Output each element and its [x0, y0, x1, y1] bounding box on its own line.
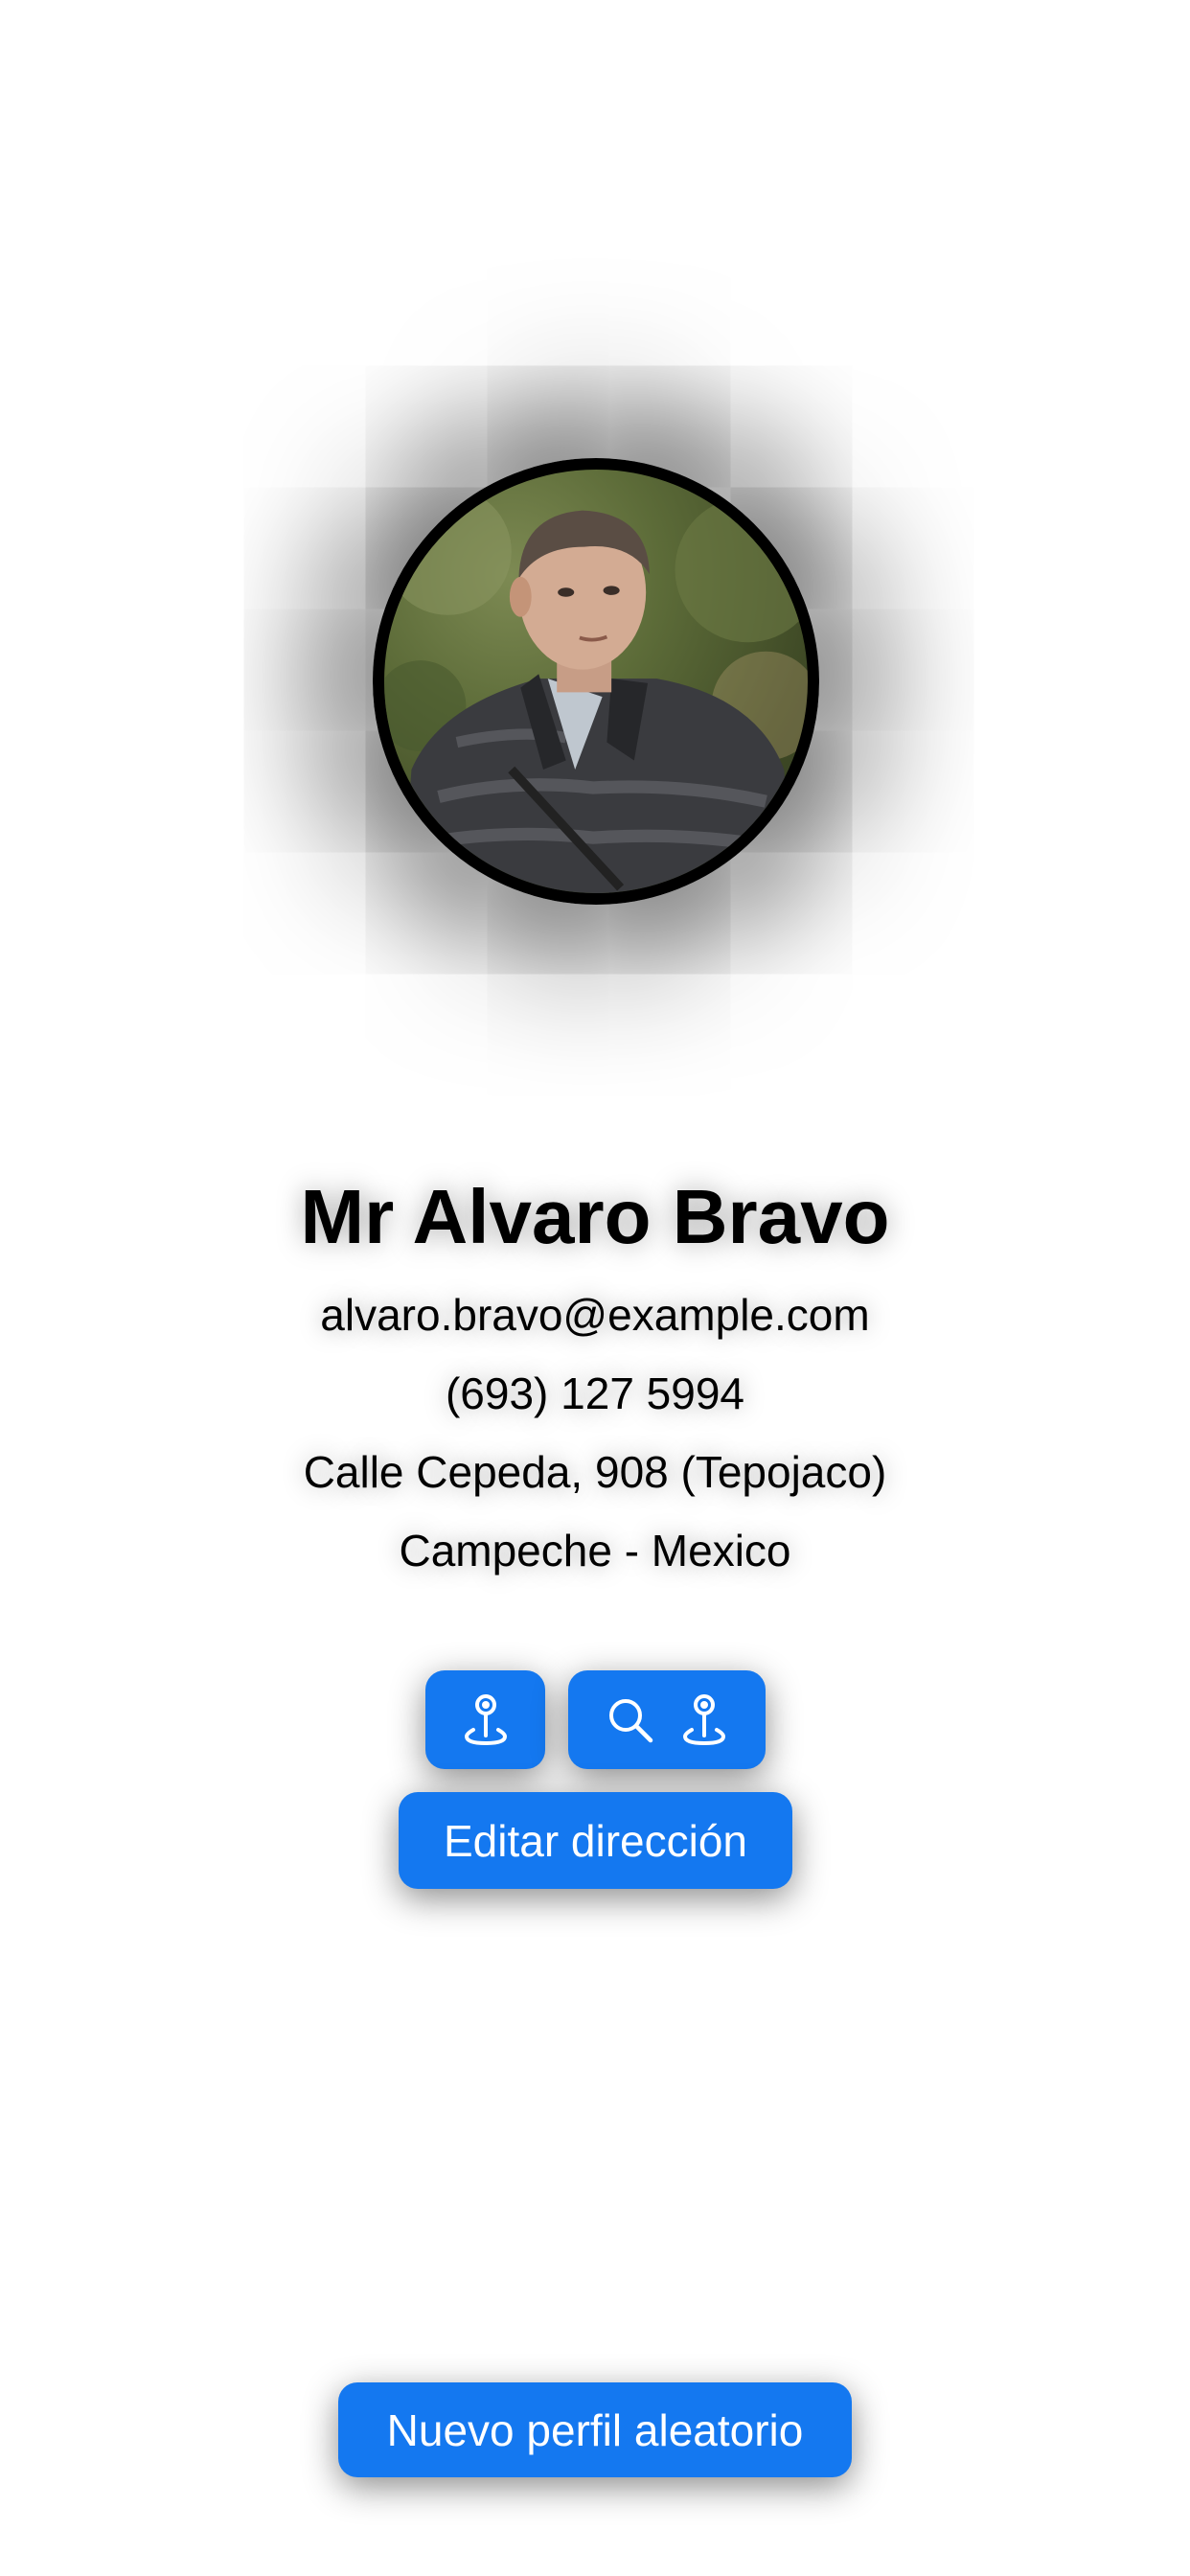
avatar-container: [373, 458, 819, 905]
profile-phone: (693) 127 5994: [445, 1368, 745, 1418]
edit-address-button[interactable]: Editar dirección: [399, 1792, 792, 1889]
profile-email: alvaro.bravo@example.com: [320, 1290, 870, 1340]
profile-screen: Mr Alvaro Bravo alvaro.bravo@example.com…: [0, 0, 1190, 2576]
new-random-profile-button[interactable]: Nuevo perfil aleatorio: [338, 2382, 852, 2477]
edit-address-label: Editar dirección: [443, 1815, 748, 1866]
profile-city-country: Campeche - Mexico: [399, 1526, 791, 1576]
show-location-button[interactable]: [425, 1670, 545, 1769]
map-pin-icon: [682, 1693, 726, 1747]
avatar-photo: [384, 487, 808, 893]
profile-street: Calle Cepeda, 908 (Tepojaco): [303, 1447, 887, 1497]
profile-name: Mr Alvaro Bravo: [300, 1174, 890, 1259]
magnifying-glass-icon: [607, 1697, 653, 1743]
avatar: [373, 458, 819, 905]
map-pin-icon: [464, 1693, 508, 1747]
search-location-button[interactable]: [568, 1670, 766, 1769]
new-random-profile-label: Nuevo perfil aleatorio: [386, 2404, 804, 2455]
